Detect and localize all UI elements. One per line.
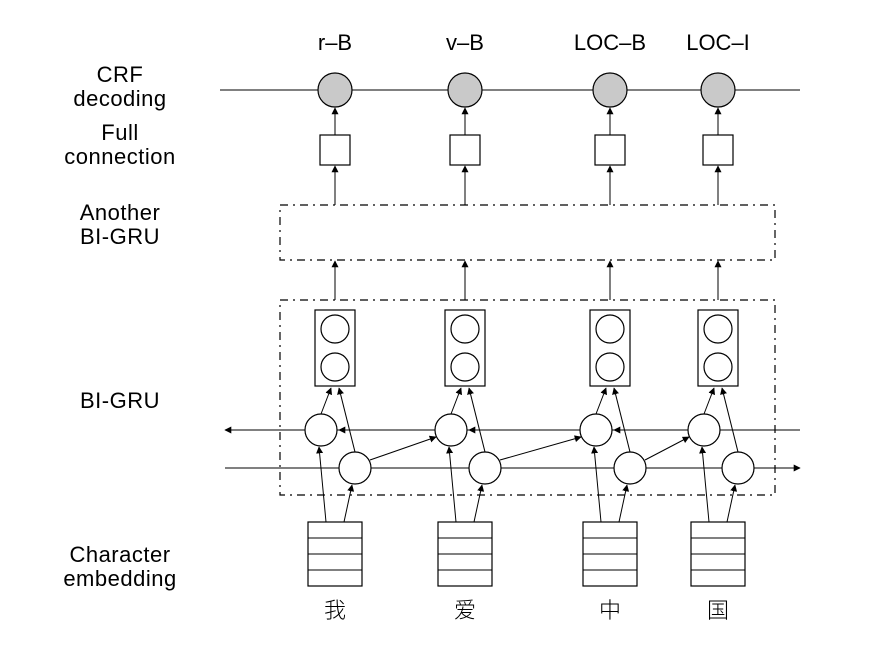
- tag-3: LOC–I: [686, 30, 750, 55]
- crf-label-1: CRF: [97, 62, 144, 87]
- fw-node-0: [339, 452, 371, 484]
- another-bigru-box: [280, 205, 775, 260]
- bigru-label-1: BI-GRU: [80, 388, 160, 413]
- fc-node-3: [703, 135, 733, 165]
- concat-cell-0: [315, 310, 355, 386]
- crf-layer: [220, 73, 800, 107]
- fw-node-1: [469, 452, 501, 484]
- bw-node-1: [435, 414, 467, 446]
- fc-node-2: [595, 135, 625, 165]
- bw-node-3: [688, 414, 720, 446]
- bigru-internal-arrows: [321, 388, 738, 452]
- embed-label-2: embedding: [63, 566, 176, 591]
- fc-node-0: [320, 135, 350, 165]
- fc-node-1: [450, 135, 480, 165]
- embed-label-1: Character: [69, 542, 170, 567]
- fc-label-2: connection: [64, 144, 175, 169]
- fw-node-3: [722, 452, 754, 484]
- bw-node-2: [580, 414, 612, 446]
- char-1: 爱: [454, 593, 476, 625]
- tag-0: r–B: [318, 30, 352, 55]
- fc-label-1: Full: [101, 120, 138, 145]
- crf-node-3: [701, 73, 735, 107]
- embed-vec-0: [308, 522, 362, 586]
- tag-1: v–B: [446, 30, 484, 55]
- bigru-layer: [225, 261, 800, 495]
- embed-vec-3: [691, 522, 745, 586]
- concat-cell-2: [590, 310, 630, 386]
- char-2: 中: [599, 593, 621, 625]
- fw-node-2: [614, 452, 646, 484]
- crf-node-2: [593, 73, 627, 107]
- crf-label-2: decoding: [73, 86, 166, 111]
- concat-cell-3: [698, 310, 738, 386]
- crf-node-1: [448, 73, 482, 107]
- bw-node-0: [305, 414, 337, 446]
- layer-labels: CRF decoding Full connection Another BI-…: [63, 62, 176, 591]
- tag-2: LOC–B: [574, 30, 646, 55]
- fc-layer: [320, 108, 733, 165]
- embed-vec-1: [438, 522, 492, 586]
- output-tags: r–B v–B LOC–B LOC–I: [318, 30, 750, 55]
- crf-node-0: [318, 73, 352, 107]
- input-chars: 我 爱 中 国: [324, 593, 729, 625]
- char-3: 国: [707, 593, 729, 625]
- bigru2-label-1: Another: [80, 200, 161, 225]
- arrows-embed-bigru: [319, 447, 735, 522]
- char-0: 我: [324, 593, 346, 625]
- bigru2-label-2: BI-GRU: [80, 224, 160, 249]
- embed-vec-2: [583, 522, 637, 586]
- another-bigru-layer: [280, 166, 775, 260]
- concat-cell-1: [445, 310, 485, 386]
